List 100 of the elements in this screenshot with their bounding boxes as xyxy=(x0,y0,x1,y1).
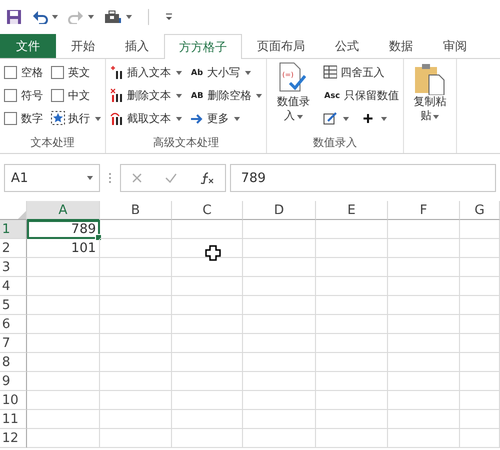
table-cell[interactable] xyxy=(316,239,388,258)
table-cell[interactable] xyxy=(388,296,460,315)
table-cell[interactable] xyxy=(100,220,172,239)
table-cell[interactable] xyxy=(460,277,500,296)
table-cell[interactable] xyxy=(388,277,460,296)
table-cell[interactable] xyxy=(316,391,388,410)
table-cell[interactable] xyxy=(243,315,316,334)
table-cell[interactable] xyxy=(27,372,100,391)
ribbon-button[interactable]: 执行 xyxy=(51,109,101,128)
table-cell[interactable] xyxy=(100,372,172,391)
save-icon[interactable] xyxy=(6,9,22,25)
table-cell[interactable] xyxy=(388,391,460,410)
ribbon-tab[interactable]: 文件 xyxy=(0,34,56,58)
table-cell[interactable] xyxy=(243,391,316,410)
checkbox[interactable] xyxy=(4,66,17,79)
column-header[interactable]: B xyxy=(100,201,172,220)
row-header[interactable]: 6 xyxy=(0,315,27,334)
column-header[interactable]: A xyxy=(27,201,100,221)
table-cell[interactable] xyxy=(388,239,460,258)
row-header[interactable]: 8 xyxy=(0,353,27,372)
table-cell[interactable] xyxy=(316,220,388,239)
table-cell[interactable] xyxy=(316,315,388,334)
table-cell[interactable] xyxy=(460,391,500,410)
ribbon-button[interactable]: 删除文本 xyxy=(110,86,182,105)
row-header[interactable]: 2 xyxy=(0,239,27,258)
table-cell[interactable] xyxy=(172,391,243,410)
table-cell[interactable] xyxy=(100,296,172,315)
redo-icon[interactable] xyxy=(68,10,84,24)
table-cell[interactable] xyxy=(388,220,460,239)
table-cell[interactable] xyxy=(243,429,316,448)
check-icon[interactable] xyxy=(164,173,177,183)
ribbon-button[interactable]: Ab 大小写 xyxy=(190,63,262,82)
table-cell[interactable] xyxy=(316,410,388,429)
column-header[interactable]: E xyxy=(316,201,388,220)
table-cell[interactable] xyxy=(460,258,500,277)
table-cell[interactable] xyxy=(100,258,172,277)
table-cell[interactable] xyxy=(100,391,172,410)
table-cell[interactable] xyxy=(460,372,500,391)
table-cell[interactable] xyxy=(172,429,243,448)
formula-field[interactable]: 789 xyxy=(230,164,496,192)
table-cell[interactable] xyxy=(100,315,172,334)
table-cell[interactable] xyxy=(460,429,500,448)
table-cell[interactable] xyxy=(316,277,388,296)
ribbon-tab[interactable]: 数据 xyxy=(374,34,428,58)
column-header[interactable]: F xyxy=(388,201,460,220)
checkbox[interactable] xyxy=(51,89,64,102)
table-cell[interactable] xyxy=(100,429,172,448)
fill-handle[interactable] xyxy=(95,234,102,241)
table-cell[interactable] xyxy=(100,334,172,353)
table-cell[interactable] xyxy=(243,334,316,353)
column-header[interactable]: G xyxy=(460,201,500,220)
row-header[interactable]: 9 xyxy=(0,372,27,391)
table-cell[interactable] xyxy=(172,296,243,315)
table-cell[interactable] xyxy=(316,258,388,277)
ribbon-large-button[interactable]: 复制粘贴 xyxy=(408,61,452,153)
table-cell[interactable] xyxy=(27,410,100,429)
row-header[interactable]: 5 xyxy=(0,296,27,315)
row-header[interactable]: 4 xyxy=(0,277,27,296)
table-cell[interactable] xyxy=(316,296,388,315)
table-cell[interactable] xyxy=(316,334,388,353)
undo-icon[interactable] xyxy=(32,10,48,24)
table-cell[interactable] xyxy=(388,429,460,448)
ribbon-button[interactable]: 插入文本 xyxy=(110,63,182,82)
table-cell[interactable] xyxy=(27,334,100,353)
name-box[interactable]: A1 xyxy=(4,164,100,192)
table-cell[interactable] xyxy=(172,220,243,239)
ribbon-tab[interactable]: 页面布局 xyxy=(242,34,320,58)
table-cell[interactable] xyxy=(172,372,243,391)
table-cell[interactable] xyxy=(172,334,243,353)
row-header[interactable]: 1 xyxy=(0,220,27,239)
table-cell[interactable] xyxy=(388,258,460,277)
table-cell[interactable] xyxy=(172,410,243,429)
table-cell[interactable] xyxy=(100,277,172,296)
table-cell[interactable] xyxy=(388,372,460,391)
table-cell[interactable] xyxy=(27,429,100,448)
table-cell[interactable] xyxy=(27,296,100,315)
table-cell[interactable] xyxy=(460,296,500,315)
table-cell[interactable] xyxy=(460,315,500,334)
table-cell[interactable] xyxy=(388,353,460,372)
ribbon-tab[interactable]: 插入 xyxy=(110,34,164,58)
table-cell[interactable] xyxy=(460,410,500,429)
table-cell[interactable] xyxy=(243,239,316,258)
table-cell[interactable] xyxy=(316,372,388,391)
table-cell[interactable] xyxy=(27,258,100,277)
checkbox[interactable] xyxy=(4,89,17,102)
table-cell[interactable] xyxy=(100,239,172,258)
cancel-icon[interactable] xyxy=(132,173,142,183)
table-cell[interactable] xyxy=(172,353,243,372)
table-cell[interactable] xyxy=(243,410,316,429)
ribbon-tab[interactable]: 审阅 xyxy=(428,34,482,58)
table-cell[interactable] xyxy=(243,353,316,372)
table-cell[interactable] xyxy=(316,353,388,372)
table-cell[interactable] xyxy=(243,220,316,239)
table-cell[interactable] xyxy=(460,239,500,258)
ribbon-tab[interactable]: 方方格子 xyxy=(164,34,242,59)
column-header[interactable]: D xyxy=(243,201,316,220)
table-cell[interactable] xyxy=(243,296,316,315)
row-header[interactable]: 7 xyxy=(0,334,27,353)
table-cell[interactable] xyxy=(388,315,460,334)
table-cell[interactable] xyxy=(388,410,460,429)
